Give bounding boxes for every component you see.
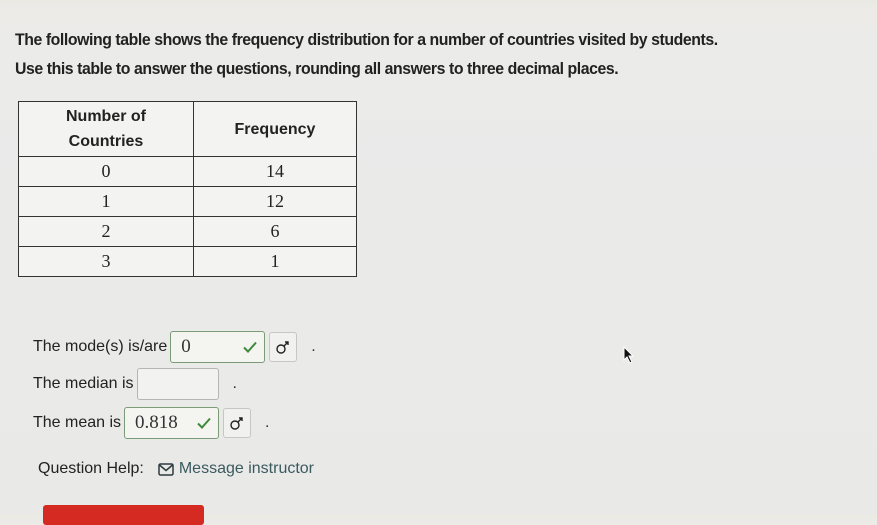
similar-question-button[interactable] — [269, 332, 298, 362]
mean-question: The mean is 0.818 . — [33, 407, 270, 439]
envelope-icon — [158, 462, 174, 476]
table-row: 2 6 — [18, 216, 357, 247]
mode-answer-input[interactable]: 0 — [170, 331, 266, 363]
cell-countries: 2 — [18, 216, 194, 247]
mouse-cursor-icon — [623, 346, 635, 364]
intro-line-2: Use this table to answer the questions, … — [15, 60, 619, 78]
table-row: 1 12 — [18, 186, 357, 217]
mean-answer-value: 0.818 — [135, 412, 178, 433]
table-row: 3 1 — [18, 246, 357, 277]
table-row: 0 14 — [18, 156, 357, 187]
cell-frequency: 14 — [193, 156, 357, 187]
check-icon — [243, 341, 258, 353]
mode-label: The mode(s) is/are — [33, 338, 168, 355]
period: . — [265, 414, 270, 431]
cell-frequency: 6 — [193, 216, 357, 247]
similar-question-button[interactable] — [223, 408, 252, 438]
check-icon — [197, 417, 211, 429]
mean-answer-input[interactable]: 0.818 — [124, 407, 220, 439]
median-label: The median is — [33, 375, 134, 392]
period: . — [232, 375, 237, 392]
median-question: The median is . — [33, 368, 237, 400]
header-line-1: Number of — [66, 108, 146, 125]
mode-answer-value: 0 — [181, 336, 191, 357]
intro-line-1: The following table shows the frequency … — [15, 31, 718, 49]
mode-question: The mode(s) is/are 0 . — [33, 331, 316, 363]
mean-label: The mean is — [33, 414, 122, 431]
submit-button[interactable] — [43, 505, 204, 525]
similar-question-icon — [276, 341, 289, 354]
message-instructor-link[interactable]: Message instructor — [158, 460, 314, 478]
header-line-2: Countries — [68, 133, 144, 150]
question-intro: The following table shows the frequency … — [15, 26, 841, 84]
cell-frequency: 1 — [193, 246, 357, 277]
message-instructor-label: Message instructor — [178, 460, 315, 477]
cell-countries: 1 — [18, 186, 194, 217]
cell-countries: 3 — [18, 246, 194, 277]
period: . — [311, 338, 316, 355]
similar-question-icon — [230, 417, 243, 430]
cell-countries: 0 — [18, 156, 194, 187]
table-header-row: Number of Countries Frequency — [18, 101, 357, 157]
frequency-table: Number of Countries Frequency 0 14 1 12 … — [18, 101, 357, 277]
cell-frequency: 12 — [193, 186, 357, 217]
header-frequency: Frequency — [193, 101, 357, 157]
median-answer-input[interactable] — [136, 368, 219, 400]
header-number-of-countries: Number of Countries — [18, 101, 194, 157]
question-help-label: Question Help: — [38, 460, 144, 477]
question-help: Question Help: Message instructor — [38, 460, 314, 478]
